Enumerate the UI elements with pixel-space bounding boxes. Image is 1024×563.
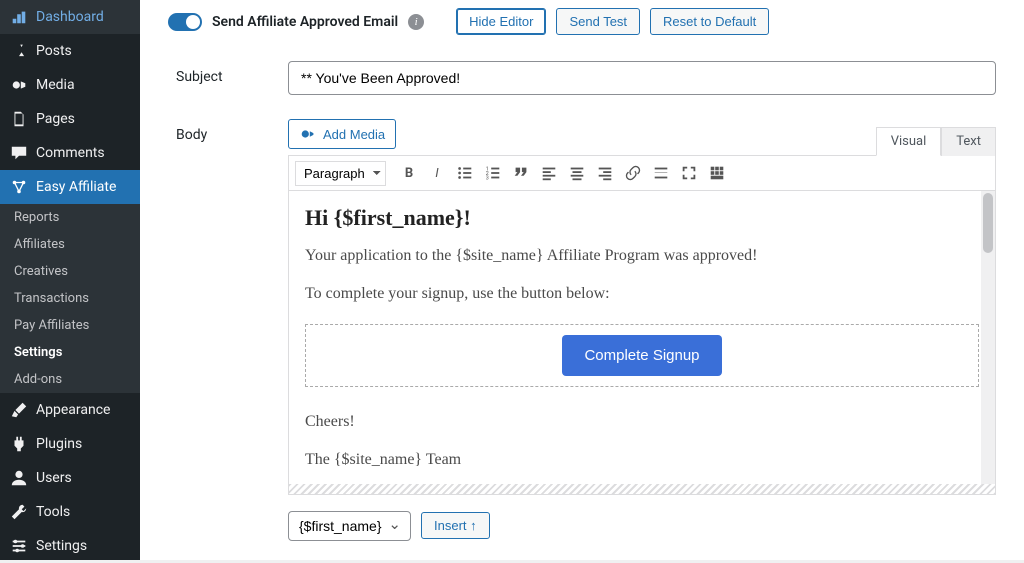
sidebar-item-comments[interactable]: Comments <box>0 136 140 170</box>
cta-container: Complete Signup <box>305 324 979 387</box>
sidebar-item-easy-affiliate[interactable]: Easy Affiliate <box>0 170 140 204</box>
add-media-button[interactable]: Add Media <box>288 119 396 149</box>
sidebar-item-media[interactable]: Media <box>0 68 140 102</box>
email-p3: Cheers! <box>305 411 979 433</box>
pin-icon <box>10 42 28 60</box>
dashboard-icon <box>10 8 28 26</box>
admin-sidebar: Dashboard Posts Media Pages Comments Eas… <box>0 0 140 560</box>
tab-text[interactable]: Text <box>941 127 996 156</box>
format-select[interactable]: Paragraph <box>295 161 386 186</box>
info-icon[interactable]: i <box>408 14 424 30</box>
email-p2: To complete your signup, use the button … <box>305 283 979 305</box>
sidebar-item-label: Tools <box>36 504 70 520</box>
sidebar-item-label: Pages <box>36 111 75 127</box>
number-list-button[interactable]: 123 <box>480 160 506 186</box>
email-header-row: Send Affiliate Approved Email i Hide Edi… <box>168 8 996 35</box>
sidebar-item-label: Easy Affiliate <box>36 179 116 195</box>
email-p1: Your application to the {$site_name} Aff… <box>305 245 979 267</box>
hide-editor-button[interactable]: Hide Editor <box>456 8 546 35</box>
brush-icon <box>10 401 28 419</box>
body-label: Body <box>176 119 288 541</box>
page-icon <box>10 110 28 128</box>
link-button[interactable] <box>620 160 646 186</box>
email-heading: Hi {$first_name}! <box>305 205 979 231</box>
toolbar-toggle-button[interactable] <box>704 160 730 186</box>
sidebar-item-plugins[interactable]: Plugins <box>0 427 140 461</box>
align-left-button[interactable] <box>536 160 562 186</box>
insert-variable-button[interactable]: Insert ↑ <box>421 512 490 539</box>
variable-select[interactable]: {$first_name} <box>288 511 411 541</box>
bold-button[interactable]: B <box>396 160 422 186</box>
readmore-button[interactable] <box>648 160 674 186</box>
sidebar-item-label: Users <box>36 470 72 486</box>
send-test-button[interactable]: Send Test <box>556 8 640 35</box>
align-right-button[interactable] <box>592 160 618 186</box>
toggle-label: Send Affiliate Approved Email <box>212 14 398 30</box>
sliders-icon <box>10 537 28 555</box>
align-center-button[interactable] <box>564 160 590 186</box>
sidebar-sub-settings[interactable]: Settings <box>0 339 140 366</box>
blockquote-button[interactable] <box>508 160 534 186</box>
wysiwyg-editor: Paragraph B I 123 <box>288 155 996 495</box>
resize-grip[interactable] <box>289 484 995 494</box>
fullscreen-button[interactable] <box>676 160 702 186</box>
editor-toolbar: Paragraph B I 123 <box>289 156 995 191</box>
italic-button[interactable]: I <box>424 160 450 186</box>
sidebar-item-label: Posts <box>36 43 72 59</box>
sidebar-item-settings[interactable]: Settings <box>0 529 140 563</box>
sidebar-item-label: Comments <box>36 145 105 161</box>
sidebar-item-tools[interactable]: Tools <box>0 495 140 529</box>
sidebar-item-pages[interactable]: Pages <box>0 102 140 136</box>
sidebar-item-label: Settings <box>36 538 87 554</box>
sidebar-item-label: Media <box>36 77 75 93</box>
sidebar-sub-transactions[interactable]: Transactions <box>0 285 140 312</box>
media-icon <box>10 76 28 94</box>
subject-input[interactable] <box>288 61 996 95</box>
sidebar-sub-creatives[interactable]: Creatives <box>0 258 140 285</box>
send-email-toggle[interactable] <box>168 13 202 31</box>
comment-icon <box>10 144 28 162</box>
bullet-list-button[interactable] <box>452 160 478 186</box>
sidebar-sub-addons[interactable]: Add-ons <box>0 366 140 393</box>
sidebar-sub-affiliates[interactable]: Affiliates <box>0 231 140 258</box>
complete-signup-button[interactable]: Complete Signup <box>562 335 721 376</box>
main-content: Send Affiliate Approved Email i Hide Edi… <box>140 0 1024 560</box>
sidebar-item-dashboard[interactable]: Dashboard <box>0 0 140 34</box>
editor-content[interactable]: Hi {$first_name}! Your application to th… <box>289 191 995 484</box>
email-p4: The {$site_name} Team <box>305 449 979 471</box>
editor-scrollbar[interactable] <box>981 191 995 484</box>
subject-label: Subject <box>176 61 288 95</box>
sidebar-item-label: Dashboard <box>36 9 104 25</box>
sidebar-item-posts[interactable]: Posts <box>0 34 140 68</box>
sidebar-item-users[interactable]: Users <box>0 461 140 495</box>
body-row: Body Add Media Visual Text Paragraph B I <box>176 119 996 541</box>
sidebar-item-appearance[interactable]: Appearance <box>0 393 140 427</box>
subject-row: Subject <box>176 61 996 95</box>
editor-tabs: Visual Text <box>876 127 996 156</box>
sidebar-item-label: Appearance <box>36 402 110 418</box>
affiliate-icon <box>10 178 28 196</box>
wrench-icon <box>10 503 28 521</box>
svg-text:3: 3 <box>486 175 489 181</box>
reset-default-button[interactable]: Reset to Default <box>650 8 769 35</box>
add-media-label: Add Media <box>323 127 385 142</box>
sidebar-sub-reports[interactable]: Reports <box>0 204 140 231</box>
sidebar-sub-pay-affiliates[interactable]: Pay Affiliates <box>0 312 140 339</box>
sidebar-item-label: Plugins <box>36 436 82 452</box>
user-icon <box>10 469 28 487</box>
tab-visual[interactable]: Visual <box>876 127 942 156</box>
media-add-icon <box>299 125 317 143</box>
variable-insert-row: {$first_name} Insert ↑ <box>288 495 996 541</box>
plugin-icon <box>10 435 28 453</box>
